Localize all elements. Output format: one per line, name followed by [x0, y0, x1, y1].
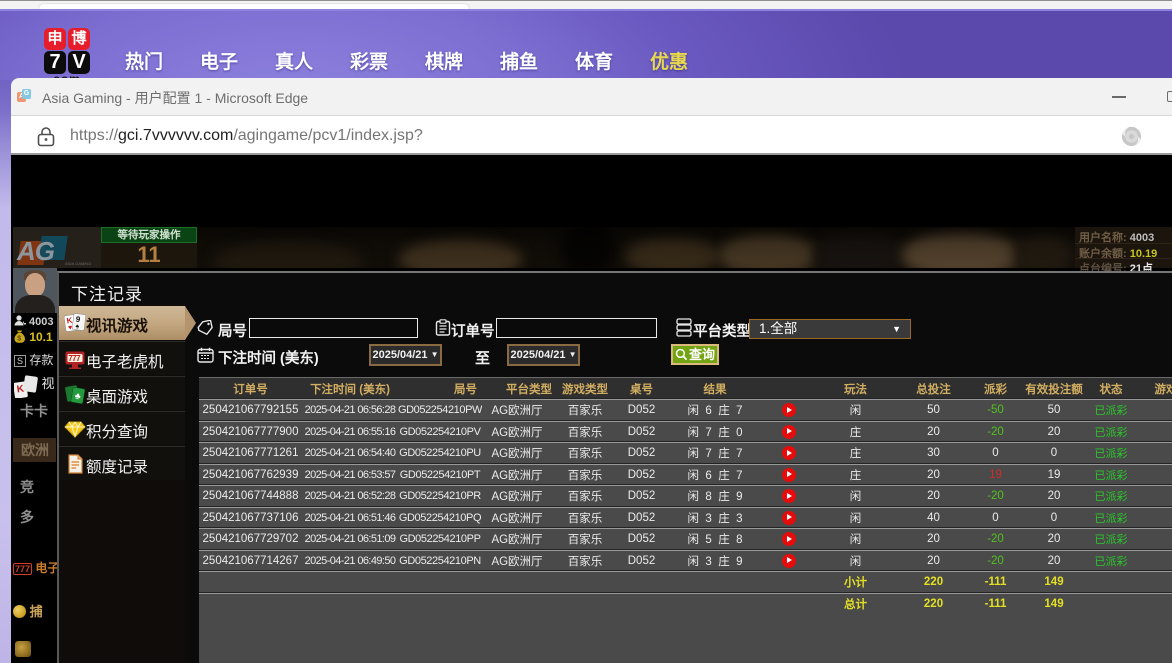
svg-text:$: $ [17, 336, 21, 343]
svg-text:777: 777 [68, 354, 81, 363]
